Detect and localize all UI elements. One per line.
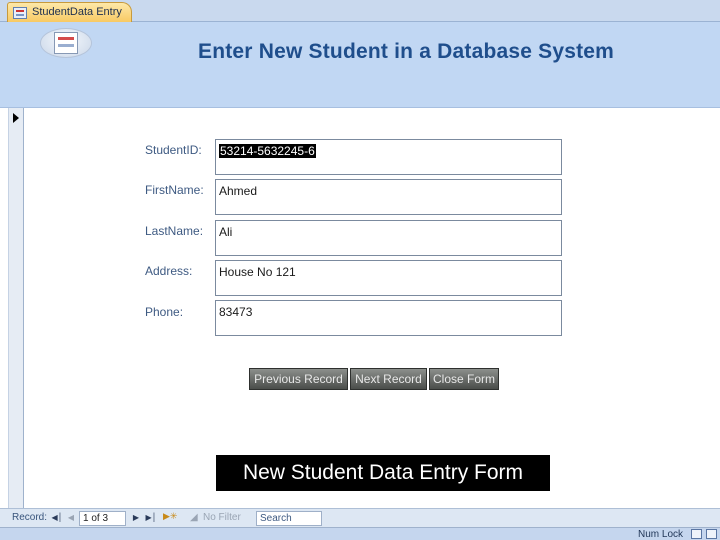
last-name-value: Ali — [219, 225, 233, 239]
page-title: Enter New Student in a Database System — [198, 40, 615, 63]
close-form-button[interactable]: Close Form — [429, 368, 499, 390]
form-header: Enter New Student in a Database System — [0, 22, 720, 108]
student-id-value: 53214-5632245-6 — [219, 144, 316, 158]
last-name-label: LastName: — [145, 224, 204, 238]
num-lock-indicator: Num Lock — [638, 529, 684, 540]
current-record-arrow-icon — [13, 113, 19, 123]
form-logo-icon — [40, 28, 92, 58]
phone-value: 83473 — [219, 305, 253, 319]
document-tab-strip: StudentData Entry — [0, 0, 720, 23]
filter-icon: ◢ — [190, 512, 198, 523]
address-field[interactable]: House No 121 — [215, 260, 562, 296]
next-record-icon[interactable]: ▶ — [130, 511, 142, 525]
address-label: Address: — [145, 264, 193, 278]
first-name-label: FirstName: — [145, 183, 204, 197]
record-selector[interactable] — [8, 108, 24, 508]
record-position-input[interactable]: 1 of 3 — [79, 511, 126, 526]
tab-student-data-entry[interactable]: StudentData Entry — [7, 2, 132, 23]
first-name-value: Ahmed — [219, 184, 258, 198]
address-value: House No 121 — [219, 265, 296, 279]
record-label: Record: — [12, 512, 48, 523]
student-id-field[interactable]: 53214-5632245-6 — [215, 139, 562, 175]
form-caption: New Student Data Entry Form — [216, 455, 550, 491]
form-document-icon — [54, 32, 78, 54]
last-name-field[interactable]: Ali — [215, 220, 562, 256]
student-id-label: StudentID: — [145, 143, 202, 157]
first-name-field[interactable]: Ahmed — [215, 179, 562, 215]
record-navigation-bar: Record: ◀│ ◀ 1 of 3 ▶ ▶│ ▶✳ ◢ No Filter … — [0, 508, 720, 527]
phone-field[interactable]: 83473 — [215, 300, 562, 336]
datasheet-view-icon[interactable] — [706, 529, 717, 539]
tab-label: StudentData Entry — [32, 6, 122, 18]
phone-label: Phone: — [145, 305, 184, 319]
first-record-icon[interactable]: ◀│ — [51, 511, 63, 525]
new-record-icon[interactable]: ▶✳ — [163, 512, 177, 522]
no-filter-label[interactable]: No Filter — [203, 512, 241, 523]
form-icon — [13, 7, 27, 19]
status-bar: Num Lock — [0, 527, 720, 540]
previous-record-button[interactable]: Previous Record — [249, 368, 348, 390]
form-view-icon[interactable] — [691, 529, 702, 539]
search-input[interactable]: Search — [256, 511, 322, 526]
last-record-icon[interactable]: ▶│ — [145, 511, 157, 525]
next-record-button[interactable]: Next Record — [350, 368, 427, 390]
previous-record-icon[interactable]: ◀ — [65, 511, 77, 525]
